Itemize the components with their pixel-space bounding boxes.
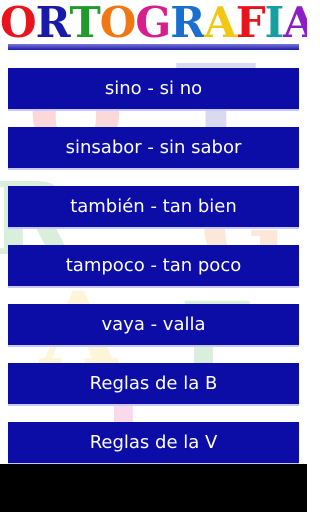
logo-letter: O — [99, 0, 137, 47]
menu-item-vaya-valla[interactable]: vaya - valla — [8, 304, 299, 347]
logo-letter: F — [235, 0, 266, 47]
logo-letter: G — [135, 0, 171, 47]
ortografia-logo: ORTOGRAFIA — [0, 0, 307, 46]
header-divider — [8, 44, 299, 50]
logo-letter: A — [204, 0, 237, 47]
app-screen: O T R G A F I ORTOGRAFIA sino - si no si… — [0, 0, 307, 512]
logo-letter: O — [0, 0, 37, 47]
menu-item-sino-si-no[interactable]: sino - si no — [8, 68, 299, 111]
logo-letter: A — [283, 0, 307, 47]
logo-letter: I — [264, 0, 285, 47]
menu-item-reglas-v[interactable]: Reglas de la V — [8, 422, 299, 465]
logo-letter: T — [69, 0, 101, 47]
logo-letter: R — [35, 0, 71, 47]
logo-letter: R — [170, 0, 205, 47]
menu-item-tambien-tan-bien[interactable]: también - tan bien — [8, 186, 299, 229]
menu-item-reglas-b[interactable]: Reglas de la B — [8, 363, 299, 406]
app-header: ORTOGRAFIA — [0, 0, 307, 50]
menu-item-sinsabor-sin-sabor[interactable]: sinsabor - sin sabor — [8, 127, 299, 170]
menu-item-tampoco-tan-poco[interactable]: tampoco - tan poco — [8, 245, 299, 288]
bottom-bar — [0, 464, 307, 512]
